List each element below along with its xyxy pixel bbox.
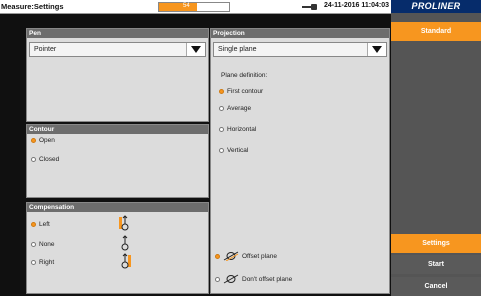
dont-offset-plane-option[interactable]: Don't offset plane [215, 274, 292, 284]
start-button[interactable]: Start [391, 255, 481, 274]
pen-panel: Pen Pointer [26, 28, 209, 122]
progress-bar: 54 [158, 2, 230, 12]
probe-status-icon [302, 4, 317, 10]
standard-button[interactable]: Standard [391, 22, 481, 41]
progress-percent: 54 [183, 3, 190, 9]
chevron-down-icon [191, 46, 201, 53]
title-bar: Measure:Settings 54 24-11-2016 11:04:03 [0, 0, 391, 14]
radio-selected[interactable] [31, 138, 36, 143]
contour-option-closed[interactable]: Closed [31, 156, 59, 163]
compensation-option-left[interactable]: Left [31, 221, 50, 228]
chevron-down-icon [372, 46, 382, 53]
radio-unselected[interactable] [219, 148, 224, 153]
probe-none-icon [121, 235, 129, 251]
plane-option-first-contour[interactable]: First contour [219, 88, 263, 95]
projection-header: Projection [211, 29, 389, 38]
compensation-option-label: Left [39, 221, 50, 228]
projection-dropdown-button[interactable] [367, 43, 386, 56]
compensation-option-right[interactable]: Right [31, 259, 54, 266]
proliner-logo: PROLINER [391, 0, 481, 13]
window-title: Measure:Settings [1, 2, 64, 11]
plane-option-label: First contour [227, 88, 264, 95]
contour-panel: Contour Open Closed [26, 124, 209, 198]
compensation-panel: Compensation Left None Right [26, 202, 209, 294]
radio-unselected[interactable] [215, 276, 220, 282]
projection-panel: Projection Single plane Plane definition… [210, 28, 390, 294]
radio-unselected[interactable] [219, 106, 224, 111]
offset-plane-label: Offset plane [242, 252, 277, 260]
radio-unselected[interactable] [31, 242, 36, 247]
radio-selected[interactable] [215, 253, 220, 259]
plane-option-label: Average [227, 105, 252, 112]
progress-fill [159, 3, 197, 11]
pen-dropdown-button[interactable] [186, 43, 205, 56]
plane-option-label: Vertical [227, 147, 249, 154]
contour-option-label: Open [39, 137, 55, 144]
plane-option-vertical[interactable]: Vertical [219, 147, 248, 154]
probe-right-icon [121, 253, 131, 269]
contour-header: Contour [27, 125, 208, 134]
plane-option-average[interactable]: Average [219, 105, 251, 112]
radio-unselected[interactable] [219, 127, 224, 132]
contour-option-label: Closed [39, 156, 60, 163]
plane-option-label: Horizontal [227, 126, 257, 133]
offset-plane-option[interactable]: Offset plane [215, 251, 277, 261]
offset-plane-icon [223, 251, 239, 261]
no-offset-plane-icon [223, 274, 239, 284]
plane-option-horizontal[interactable]: Horizontal [219, 126, 256, 133]
settings-button[interactable]: Settings [391, 234, 481, 253]
dont-offset-plane-label: Don't offset plane [242, 275, 293, 283]
pen-dropdown-value: Pointer [34, 46, 57, 53]
compensation-option-label: Right [39, 259, 55, 266]
radio-selected[interactable] [219, 89, 224, 94]
sidebar: Standard Settings Start Cancel [391, 13, 481, 296]
pen-header: Pen [27, 29, 208, 38]
compensation-header: Compensation [27, 203, 208, 212]
projection-dropdown[interactable]: Single plane [213, 42, 387, 57]
radio-selected[interactable] [31, 222, 36, 227]
compensation-option-none[interactable]: None [31, 241, 55, 248]
compensation-option-label: None [39, 241, 55, 248]
radio-unselected[interactable] [31, 260, 36, 265]
cancel-button[interactable]: Cancel [391, 277, 481, 296]
probe-left-icon [119, 215, 129, 231]
projection-dropdown-value: Single plane [218, 46, 257, 53]
plane-definition-label: Plane definition: [221, 72, 268, 79]
datetime: 24-11-2016 11:04:03 [324, 2, 389, 9]
pen-dropdown[interactable]: Pointer [29, 42, 206, 57]
radio-unselected[interactable] [31, 157, 36, 162]
contour-option-open[interactable]: Open [31, 137, 55, 144]
